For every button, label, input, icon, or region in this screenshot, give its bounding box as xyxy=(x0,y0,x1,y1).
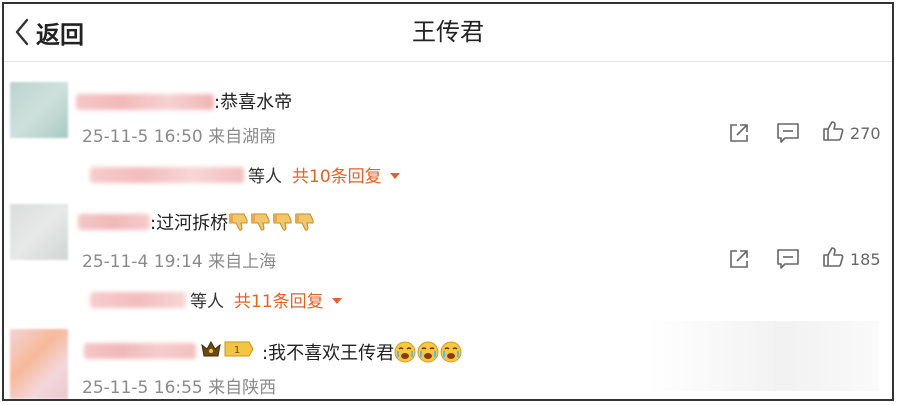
reply-users-blurred xyxy=(90,291,186,308)
username-blurred[interactable] xyxy=(76,94,214,110)
reply-users-blurred xyxy=(90,166,244,183)
top-bar: 返回 王传君 xyxy=(4,4,892,62)
avatar[interactable] xyxy=(10,204,68,260)
comment-text: :过河拆桥 xyxy=(150,209,316,235)
level-badge: 1 xyxy=(223,340,255,362)
comment-actions: 270 xyxy=(728,120,881,146)
share-icon[interactable] xyxy=(728,248,750,270)
crying-face-emoji xyxy=(394,341,416,363)
crying-face-emoji xyxy=(440,341,462,363)
thumbs-down-emoji xyxy=(228,212,249,232)
replies-count[interactable]: 共11条回复 xyxy=(234,287,324,312)
crown-icon xyxy=(200,339,222,363)
avatar[interactable] xyxy=(10,82,68,138)
member-badge[interactable]: 1 xyxy=(200,339,255,363)
crying-face-emoji-group xyxy=(394,341,463,364)
share-icon[interactable] xyxy=(728,122,750,144)
avatar[interactable] xyxy=(10,329,68,399)
thumbs-down-emoji xyxy=(272,212,293,232)
replies-link[interactable]: 等人 共11条回复 xyxy=(90,287,342,312)
thumbs-down-emoji xyxy=(250,212,271,232)
replies-suffix: 等人 xyxy=(248,167,282,187)
thumbs-down-emoji xyxy=(294,212,315,232)
username-blurred[interactable] xyxy=(84,343,196,359)
chevron-down-icon[interactable] xyxy=(331,297,342,304)
comment-meta: 25-11-4 19:14 来自上海 xyxy=(82,252,277,272)
comment-text: :恭喜水帝 xyxy=(214,92,293,113)
like-count: 270 xyxy=(850,123,881,143)
comment-icon[interactable] xyxy=(776,122,800,144)
comment-actions: 185 xyxy=(728,246,881,272)
like-count: 185 xyxy=(850,249,881,269)
comment-meta: 25-11-5 16:55 来自陕西 xyxy=(82,378,277,398)
chevron-down-icon[interactable] xyxy=(389,172,400,179)
comment-text-body: :我不喜欢王传君 xyxy=(262,343,395,364)
svg-text:1: 1 xyxy=(234,345,240,356)
page-title: 王传君 xyxy=(412,18,484,46)
comment-meta: 25-11-5 16:50 来自湖南 xyxy=(82,127,277,147)
comment-item: :恭喜水帝 25-11-5 16:50 来自湖南 270 等人 共10条回复 xyxy=(4,62,892,192)
thumbs-up-icon xyxy=(822,246,844,272)
comment-item: 1 :我不喜欢王传君 25-11-5 16:55 来自陕西 xyxy=(4,317,892,399)
thumbs-up-icon xyxy=(822,120,844,146)
replies-count[interactable]: 共10条回复 xyxy=(292,162,382,187)
username-blurred[interactable] xyxy=(78,214,150,230)
comment-text: :我不喜欢王传君 xyxy=(262,339,463,365)
comment-item: :过河拆桥 25-11-4 19:14 来自上海 185 等人 共11条回复 xyxy=(4,192,892,317)
like-button[interactable]: 185 xyxy=(822,246,881,272)
replies-link[interactable]: 等人 共10条回复 xyxy=(90,162,400,187)
crying-face-emoji xyxy=(417,341,439,363)
watermark-smudge xyxy=(648,321,878,391)
comment-screen: 返回 王传君 :恭喜水帝 25-11-5 16:50 来自湖南 270 等人 共… xyxy=(2,2,894,401)
comment-text-body: :过河拆桥 xyxy=(150,213,229,234)
replies-suffix: 等人 xyxy=(190,292,224,312)
comment-icon[interactable] xyxy=(776,248,800,270)
like-button[interactable]: 270 xyxy=(822,120,881,146)
thumbs-down-emoji-group xyxy=(228,213,316,234)
